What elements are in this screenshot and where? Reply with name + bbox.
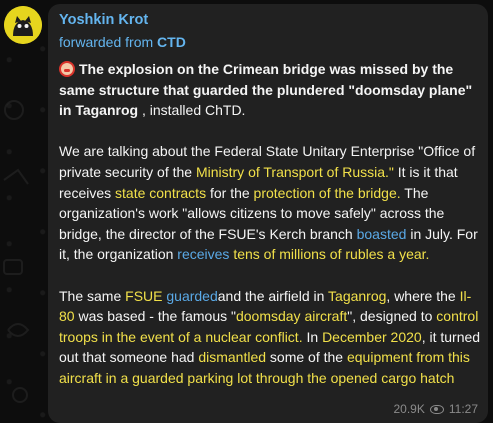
avatar[interactable]	[4, 6, 42, 44]
highlight-text: Ministry of Transport of Russia."	[195, 163, 394, 180]
highlight-text: state contracts	[115, 184, 207, 201]
author-name[interactable]: Yoshkin Krot	[59, 12, 148, 28]
highlight-text: doomsday aircraft	[235, 308, 348, 325]
paragraph-1: The explosion on the Crimean bridge was …	[59, 59, 481, 121]
highlight-text: FSUE	[125, 287, 163, 304]
text-segment: The same	[59, 287, 126, 304]
link-boasted[interactable]: boasted	[357, 226, 407, 242]
headline-text: The explosion on the Crimean bridge was …	[59, 61, 473, 119]
highlight-text: tens of millions of rubles a year.	[233, 246, 430, 263]
forwarded-from[interactable]: forwarded from CTD	[59, 34, 186, 50]
text-segment: In	[302, 328, 323, 345]
text-segment: for the	[206, 184, 254, 201]
view-count: 20.9K	[393, 402, 425, 416]
headline-suffix: , installed ChTD.	[138, 102, 246, 119]
highlight-text: December 2020	[322, 328, 422, 345]
cat-avatar-icon	[4, 6, 42, 44]
highlight-text: protection of the bridge.	[253, 184, 401, 201]
message-time: 11:27	[448, 402, 478, 416]
message-bubble[interactable]: Yoshkin Krot forwarded from CTD The expl…	[48, 4, 488, 423]
eye-icon	[429, 404, 444, 414]
forwarded-prefix: forwarded from	[59, 34, 158, 50]
face-emoji-icon	[59, 61, 75, 77]
text-segment: , where the	[386, 287, 460, 304]
highlight-text: Taganrog	[328, 287, 387, 304]
message-meta: 20.9K 11:27	[394, 402, 479, 416]
text-segment: some of the	[266, 349, 347, 366]
link-receives[interactable]: receives	[177, 246, 229, 262]
link-guarded[interactable]: guarded	[166, 288, 217, 304]
text-segment: and the airfield in	[217, 287, 329, 304]
paragraph-2: We are talking about the Federal State U…	[59, 141, 481, 265]
paragraph-3: The same FSUE guardedand the airfield in…	[59, 286, 481, 389]
text-segment: was based - the famous "	[74, 308, 236, 325]
text-segment: ", designed to	[347, 308, 437, 325]
forwarded-source[interactable]: CTD	[157, 34, 186, 50]
message-text: The explosion on the Crimean bridge was …	[59, 59, 481, 409]
highlight-text: dismantled	[198, 349, 267, 366]
